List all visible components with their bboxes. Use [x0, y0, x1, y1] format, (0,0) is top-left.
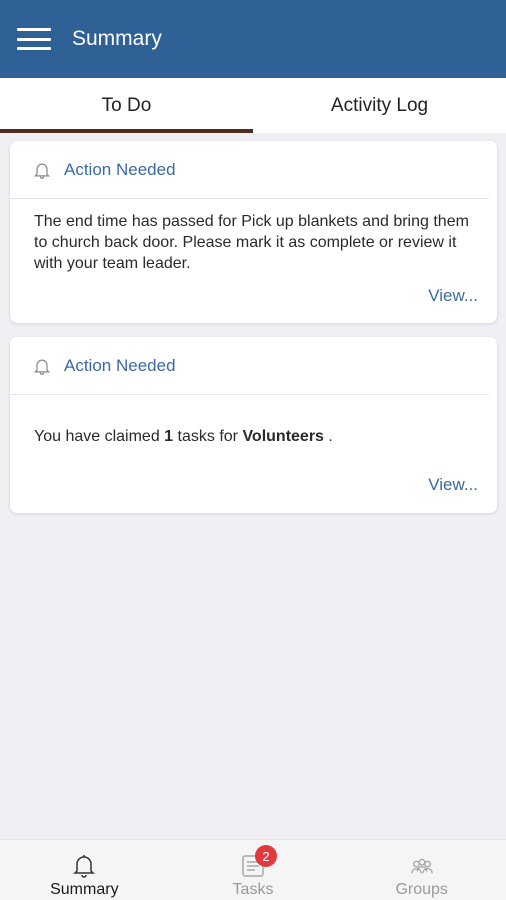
card-heading: Action Needed	[64, 159, 176, 179]
hamburger-menu-icon[interactable]	[17, 28, 51, 50]
nav-label: Tasks	[232, 881, 274, 898]
nav-label: Summary	[50, 881, 119, 898]
app-bar: Summary	[0, 0, 506, 78]
group-name: Volunteers	[242, 428, 324, 445]
view-link[interactable]: View...	[428, 286, 478, 306]
task-count: 1	[164, 428, 174, 445]
nav-tasks[interactable]: 2 Tasks	[169, 840, 338, 900]
message-prefix: You have claimed	[34, 428, 165, 445]
tasks-badge: 2	[255, 845, 277, 867]
card-message: You have claimed 1 tasks for Volunteers …	[10, 395, 497, 447]
action-card: Action Needed The end time has passed fo…	[10, 141, 497, 323]
bottom-nav: Summary 2 Tasks Groups	[0, 839, 506, 900]
card-header: Action Needed	[10, 141, 489, 199]
nav-label: Groups	[395, 881, 448, 898]
nav-groups[interactable]: Groups	[337, 840, 506, 900]
page-title: Summary	[72, 27, 162, 50]
action-card: Action Needed You have claimed 1 tasks f…	[10, 337, 497, 513]
bell-icon	[73, 855, 96, 878]
tab-activity-log[interactable]: Activity Log	[253, 78, 506, 133]
card-message: The end time has passed for Pick up blan…	[34, 213, 469, 272]
card-header: Action Needed	[10, 337, 489, 395]
groups-icon	[410, 858, 433, 874]
tab-to-do[interactable]: To Do	[0, 78, 253, 133]
message-suffix: .	[323, 428, 333, 445]
card-heading: Action Needed	[64, 355, 176, 375]
nav-summary[interactable]: Summary	[0, 840, 169, 900]
bell-icon	[33, 163, 51, 179]
message-middle: tasks for	[173, 428, 243, 445]
view-link[interactable]: View...	[428, 475, 478, 495]
tab-bar: To Do Activity Log	[0, 78, 506, 133]
bell-icon	[33, 359, 51, 375]
